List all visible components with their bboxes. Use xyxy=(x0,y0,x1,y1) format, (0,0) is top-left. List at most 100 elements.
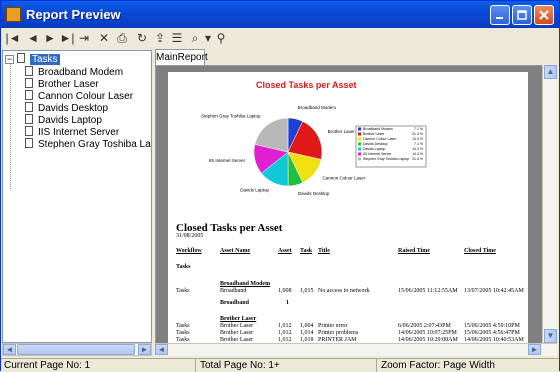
maximize-button[interactable] xyxy=(512,5,532,25)
pie-chart: Broadband Modem Brother Laser Cannon Colou… xyxy=(201,105,427,196)
column-header: Raised Time xyxy=(398,248,430,254)
report-page: Closed Tasks per Asset Broadband Modem Br… xyxy=(168,72,528,344)
previous-page-icon[interactable]: ◄ xyxy=(25,30,41,46)
tree-item[interactable]: Broadband Modem xyxy=(25,66,123,78)
search-icon[interactable]: ⚲ xyxy=(213,30,229,46)
export-icon[interactable]: ⇪ xyxy=(152,30,168,46)
zoom-status: Zoom Factor: Page Width xyxy=(381,360,495,371)
legend-label: Davids Laptop xyxy=(363,147,385,151)
table-cell: 1,012 xyxy=(278,323,292,329)
title-bar[interactable]: Report Preview xyxy=(1,1,559,28)
next-page-icon[interactable]: ► xyxy=(42,30,58,46)
maximize-icon xyxy=(517,10,527,20)
legend-value: 14.3 % xyxy=(412,137,423,141)
legend-label: Cannon Colour Laser xyxy=(363,137,397,141)
column-header: Asset xyxy=(278,248,292,254)
table-cell: 1,015 xyxy=(300,288,314,294)
tree-item-label: Brother Laser xyxy=(38,79,99,90)
group-name: Broadband Modem xyxy=(220,281,271,287)
subtotal-value: 1 xyxy=(286,300,289,306)
table-cell: 6/06/2005 2:07:43PM xyxy=(398,323,451,329)
report-tree[interactable]: − Tasks Broadband Modem Brother Laser Cann… xyxy=(2,50,152,343)
tree-item[interactable]: Davids Laptop xyxy=(25,114,102,126)
document-icon xyxy=(25,78,33,88)
goto-page-icon[interactable]: ⇥ xyxy=(76,30,92,46)
document-icon xyxy=(25,126,33,136)
toggle-tree-icon[interactable]: ☰ xyxy=(169,30,185,46)
legend-swatch xyxy=(358,127,361,131)
legend-label: Broadband Modem xyxy=(363,127,393,131)
window-title: Report Preview xyxy=(26,7,121,22)
tree-item[interactable]: Cannon Colour Laser xyxy=(25,90,133,102)
column-header: Workflow xyxy=(176,248,202,254)
document-icon xyxy=(17,53,25,63)
legend-swatch xyxy=(358,142,361,146)
scroll-up-icon[interactable]: ▲ xyxy=(544,65,557,79)
table-cell: No access to network xyxy=(318,288,370,294)
scroll-down-icon[interactable]: ▼ xyxy=(544,329,557,343)
legend-value: 7.1 % xyxy=(414,127,423,131)
tree-item-label: Broadband Modem xyxy=(38,67,124,78)
tree-item-label: Davids Laptop xyxy=(38,115,102,126)
tree-item[interactable]: Davids Desktop xyxy=(25,102,108,114)
last-page-icon[interactable]: ►| xyxy=(59,30,75,46)
legend-value: 7.1 % xyxy=(414,142,423,146)
tree-connector xyxy=(10,64,11,189)
viewer-vertical-scrollbar[interactable]: ▲ ▼ xyxy=(542,65,557,345)
close-button[interactable] xyxy=(534,5,554,25)
tree-collapse-icon[interactable]: − xyxy=(5,55,14,64)
tab-mainreport[interactable]: MainReport xyxy=(155,49,208,65)
tree-item-label: Stephen Gray Toshiba Lapto xyxy=(38,139,152,150)
chart-title: Closed Tasks per Asset xyxy=(256,80,357,90)
scroll-left-icon[interactable]: ◄ xyxy=(155,344,168,355)
scroll-right-icon[interactable]: ► xyxy=(528,344,541,355)
table-cell: 1,004 xyxy=(300,323,314,329)
group-name: Brother Laser xyxy=(220,316,257,322)
report-app-icon xyxy=(6,7,21,22)
tree-item[interactable]: Brother Laser xyxy=(25,78,99,90)
status-bar: Current Page No: 1 Total Page No: 1+ Zoo… xyxy=(1,358,559,372)
legend-value: 21.4 % xyxy=(412,132,423,136)
tree-item[interactable]: IIS Internet Server xyxy=(25,126,119,138)
table-cell: Brother Laser xyxy=(220,323,254,329)
table-cell: 15/06/2005 4:56:47PM xyxy=(464,330,520,336)
refresh-icon[interactable]: ↻ xyxy=(134,30,150,46)
table-cell: Printer error xyxy=(318,323,348,329)
tree-item-label: Cannon Colour Laser xyxy=(38,91,134,102)
minimize-icon xyxy=(496,17,503,19)
column-header: Title xyxy=(318,248,330,254)
table-cell: 1,014 xyxy=(300,330,314,336)
report-viewer[interactable]: Closed Tasks per Asset Broadband Modem Br… xyxy=(155,65,557,345)
legend-value: 21.4 % xyxy=(412,157,423,161)
first-page-icon[interactable]: |◄ xyxy=(5,30,21,46)
tree-item[interactable]: Stephen Gray Toshiba Lapto xyxy=(25,138,152,150)
legend-label: IIS Internet Server xyxy=(363,152,392,156)
table-cell: Tasks xyxy=(176,323,190,329)
legend-label: Davids Desktop xyxy=(363,142,388,146)
table-cell: 13/07/2005 10:42:45AM xyxy=(464,288,524,294)
column-header: Closed Time xyxy=(464,248,496,254)
scroll-left-icon[interactable]: ◄ xyxy=(3,344,16,355)
total-page-status: Total Page No: 1+ xyxy=(197,359,377,372)
pie-label: Brother Laser xyxy=(328,129,356,134)
print-icon[interactable]: ⎙ xyxy=(114,30,130,46)
tree-root-label: Tasks xyxy=(30,54,60,65)
legend-swatch xyxy=(358,152,361,156)
tree-horizontal-scrollbar[interactable]: ◄ ► xyxy=(2,343,152,356)
scroll-right-icon[interactable]: ► xyxy=(138,344,151,355)
pie-label: IIS Internet Server xyxy=(209,158,246,163)
report-preview-window: Report Preview |◄ ◄ ► ►| ⇥ ✕ ⎙ ↻ ⇪ ☰ ⌕ ▾ ⚲ − Tasks B… xyxy=(0,0,560,372)
table-cell: Brother Laser xyxy=(220,330,254,336)
legend-swatch xyxy=(358,147,361,151)
scroll-thumb[interactable] xyxy=(17,344,135,355)
pie-label: Cannon Colour Laser xyxy=(322,175,365,180)
subtotal-label: Broadband xyxy=(220,300,249,306)
toolbar: |◄ ◄ ► ►| ⇥ ✕ ⎙ ↻ ⇪ ☰ ⌕ ▾ ⚲ xyxy=(1,28,559,48)
minimize-button[interactable] xyxy=(490,5,510,25)
column-header: Asset Name xyxy=(220,248,251,254)
close-report-icon[interactable]: ✕ xyxy=(96,30,112,46)
tree-root-tasks[interactable]: Tasks xyxy=(17,53,60,65)
viewer-horizontal-scrollbar[interactable]: ◄ ► xyxy=(155,343,557,356)
report-date: 31/08/2005 xyxy=(176,233,204,239)
current-page-status: Current Page No: 1 xyxy=(1,359,196,372)
